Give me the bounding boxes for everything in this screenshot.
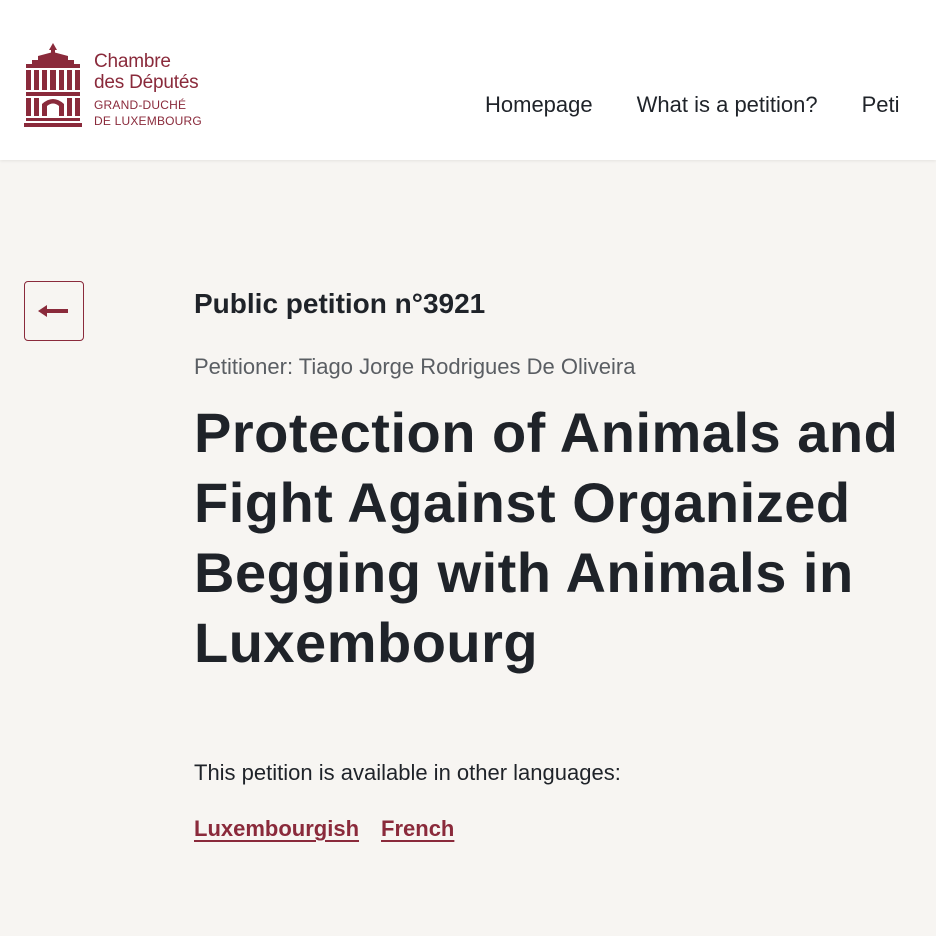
main-navigation: Homepage What is a petition? Peti <box>485 92 936 118</box>
languages-label: This petition is available in other lang… <box>194 760 621 785</box>
language-links: Luxembourgish French <box>194 816 936 842</box>
site-header: Chambre des Députés GRAND-DUCHÉ DE LUXEM… <box>0 0 936 160</box>
back-button[interactable] <box>24 281 84 341</box>
petition-content: Public petition n°3921 Petitioner: Tiago… <box>194 284 936 842</box>
petitioner-name: Petitioner: Tiago Jorge Rodrigues De Oli… <box>194 354 636 379</box>
nav-item-homepage[interactable]: Homepage <box>485 92 593 118</box>
language-link-luxembourgish[interactable]: Luxembourgish <box>194 816 359 841</box>
logo-line-chambre: Chambre <box>94 51 171 72</box>
parliament-building-icon <box>24 43 82 127</box>
site-logo[interactable]: Chambre des Députés GRAND-DUCHÉ DE LUXEM… <box>24 42 202 129</box>
petition-number: Public petition n°3921 <box>194 288 486 319</box>
arrow-left-icon <box>38 305 68 317</box>
nav-item-what-is-a-petition[interactable]: What is a petition? <box>637 92 818 118</box>
nav-item-petitions[interactable]: Peti <box>862 92 900 118</box>
logo-line-luxembourg: DE LUXEMBOURG <box>94 114 202 128</box>
petition-title: Protection of Animals and Fight Against … <box>194 401 899 674</box>
logo-text: Chambre des Députés GRAND-DUCHÉ DE LUXEM… <box>94 42 202 129</box>
language-link-french[interactable]: French <box>381 816 454 841</box>
logo-line-deputes: des Députés <box>94 72 199 93</box>
logo-line-grand-duche: GRAND-DUCHÉ <box>94 98 187 112</box>
